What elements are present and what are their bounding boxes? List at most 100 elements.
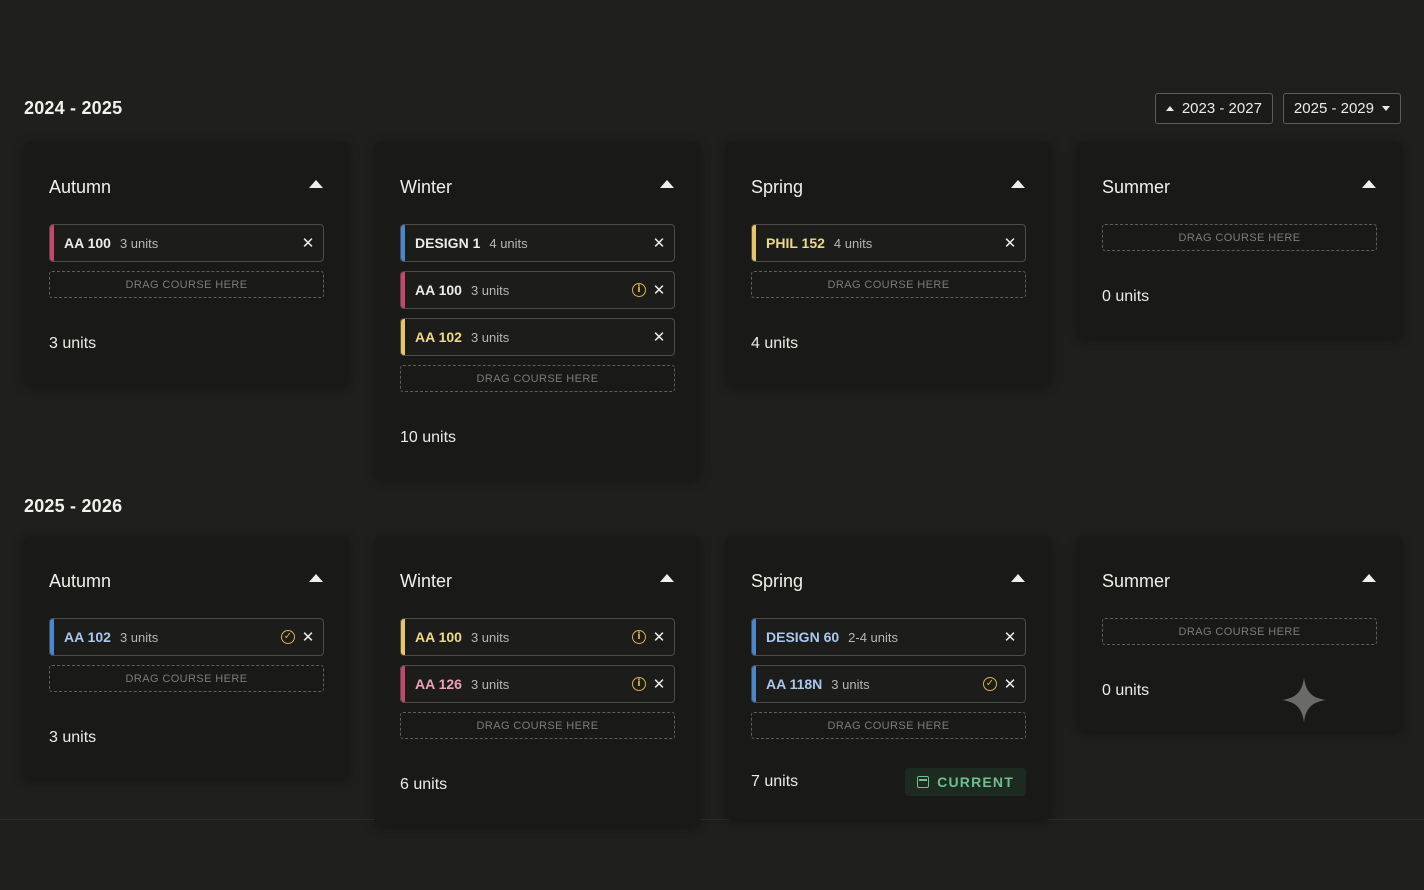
quarter-name: Summer [1102,176,1171,197]
collapse-button[interactable] [1008,568,1028,588]
course-color-stripe [401,319,405,355]
course-code: DESIGN 1 [415,235,481,251]
close-icon: ✕ [652,281,666,299]
course-card[interactable]: AA 100 3 units i ✕ [400,618,675,656]
quarter-name: Autumn [49,570,112,591]
course-card[interactable]: AA 102 3 units ✕ [400,318,675,356]
page-divider [0,819,1424,820]
quarter-card-spring: Spring PHIL 152 4 units ✕ DRAG COURSE HERE 4 … [726,142,1051,385]
remove-course-button[interactable]: ✕ [652,330,666,345]
course-code: DESIGN 60 [766,629,840,645]
course-card[interactable]: AA 118N 3 units ✓ ✕ [751,665,1026,703]
range-label: 2023 - 2027 [1181,100,1262,117]
unit-total-label: 4 units [751,335,799,352]
course-color-stripe [401,272,405,308]
course-code: PHIL 152 [766,235,825,251]
remove-course-button[interactable]: ✕ [652,677,666,692]
quarter-name: Spring [751,570,804,591]
course-card[interactable]: DESIGN 60 2-4 units ✕ [751,618,1026,656]
remove-course-button[interactable]: ✕ [1003,628,1017,646]
quarter-header: Winter [400,536,675,618]
chevron-up-icon [309,574,323,582]
sparkle-icon [1282,678,1326,722]
range-button-first[interactable]: 2023 - 2027 [1154,93,1273,124]
info-circle-icon[interactable]: i [632,677,646,691]
close-icon: ✕ [652,628,666,646]
course-dropzone[interactable]: DRAG COURSE HERE [400,365,675,392]
collapse-button[interactable] [306,568,326,588]
quarter-card-spring: Spring DESIGN 60 2-4 units ✕ AA 118N 3 units ✓… [726,536,1051,820]
unit-total-label: 6 units [400,776,448,793]
course-units: 2-4 units [848,629,899,645]
course-dropzone[interactable]: DRAG COURSE HERE [49,271,324,298]
quarter-name: Summer [1102,570,1171,591]
quarter-unit-total: 10 units [400,401,675,479]
course-card[interactable]: AA 100 3 units i ✕ [400,271,675,309]
quarter-unit-total: 0 units [1102,654,1377,732]
course-card[interactable]: AA 102 3 units ✓ ✕ [49,618,324,656]
quarter-card-winter: Winter AA 100 3 units i ✕ AA 126 3 units i ✕ DRAG… [375,536,700,826]
quarter-header: Summer [1102,536,1377,618]
range-button-second[interactable]: 2025 - 2029 [1282,93,1401,124]
collapse-button[interactable] [1359,174,1379,194]
quarter-header: Winter [400,142,675,224]
course-code: AA 100 [415,629,462,645]
course-color-stripe [401,225,405,261]
course-card[interactable]: DESIGN 1 4 units ✕ [400,224,675,262]
course-color-stripe [401,666,405,702]
course-dropzone[interactable]: DRAG COURSE HERE [1102,224,1377,251]
remove-course-button[interactable]: ✕ [301,628,315,646]
unit-total-label: 10 units [400,429,457,446]
remove-course-button[interactable]: ✕ [1003,675,1017,693]
close-icon: ✕ [301,628,315,646]
info-circle-icon[interactable]: i [632,630,646,644]
quarter-name: Autumn [49,176,112,197]
collapse-button[interactable] [1359,568,1379,588]
quarter-header: Autumn [49,142,324,224]
close-icon: ✕ [1003,628,1017,646]
close-icon: ✕ [652,234,666,252]
course-dropzone[interactable]: DRAG COURSE HERE [751,712,1026,739]
collapse-button[interactable] [306,174,326,194]
course-card[interactable]: AA 126 3 units i ✕ [400,665,675,703]
year-title: 2024 - 2025 [24,98,123,118]
quarter-unit-total: 4 units [751,307,1026,385]
collapse-button[interactable] [657,568,677,588]
check-circle-icon[interactable]: ✓ [281,630,295,644]
remove-course-button[interactable]: ✕ [652,628,666,646]
badge-label: CURRENT [937,774,1014,790]
chevron-up-icon [1011,574,1025,582]
course-dropzone[interactable]: DRAG COURSE HERE [751,271,1026,298]
chevron-up-icon [1362,574,1376,582]
remove-course-button[interactable]: ✕ [1003,234,1017,252]
chevron-up-icon [660,574,674,582]
course-dropzone[interactable]: DRAG COURSE HERE [400,712,675,739]
unit-total-label: 0 units [1102,288,1150,305]
caret-down-icon [1382,106,1390,111]
course-units: 3 units [119,235,159,251]
quarter-unit-total: 0 units [1102,260,1377,338]
course-card[interactable]: PHIL 152 4 units ✕ [751,224,1026,262]
course-color-stripe [752,666,756,702]
remove-course-button[interactable]: ✕ [652,234,666,252]
remove-course-button[interactable]: ✕ [652,281,666,299]
course-card[interactable]: AA 100 3 units ✕ [49,224,324,262]
course-dropzone[interactable]: DRAG COURSE HERE [1102,618,1377,645]
check-circle-icon[interactable]: ✓ [983,677,997,691]
course-color-stripe [752,225,756,261]
collapse-button[interactable] [657,174,677,194]
unit-total-label: 3 units [49,335,97,352]
year-title: 2025 - 2026 [24,496,123,516]
quarter-card-winter: Winter DESIGN 14 units ✕ AA 100 3 units i ✕ AA … [375,142,700,479]
quarter-unit-total: 6 units [400,748,675,826]
close-icon: ✕ [1003,675,1017,693]
calendar-icon [917,776,930,788]
close-icon: ✕ [1003,234,1017,252]
course-dropzone[interactable]: DRAG COURSE HERE [49,665,324,692]
remove-course-button[interactable]: ✕ [301,236,315,251]
quarter-name: Winter [400,570,453,591]
course-code: AA 118N [766,676,823,692]
quarter-header: Summer [1102,142,1377,224]
collapse-button[interactable] [1008,174,1028,194]
info-circle-icon[interactable]: i [632,283,646,297]
